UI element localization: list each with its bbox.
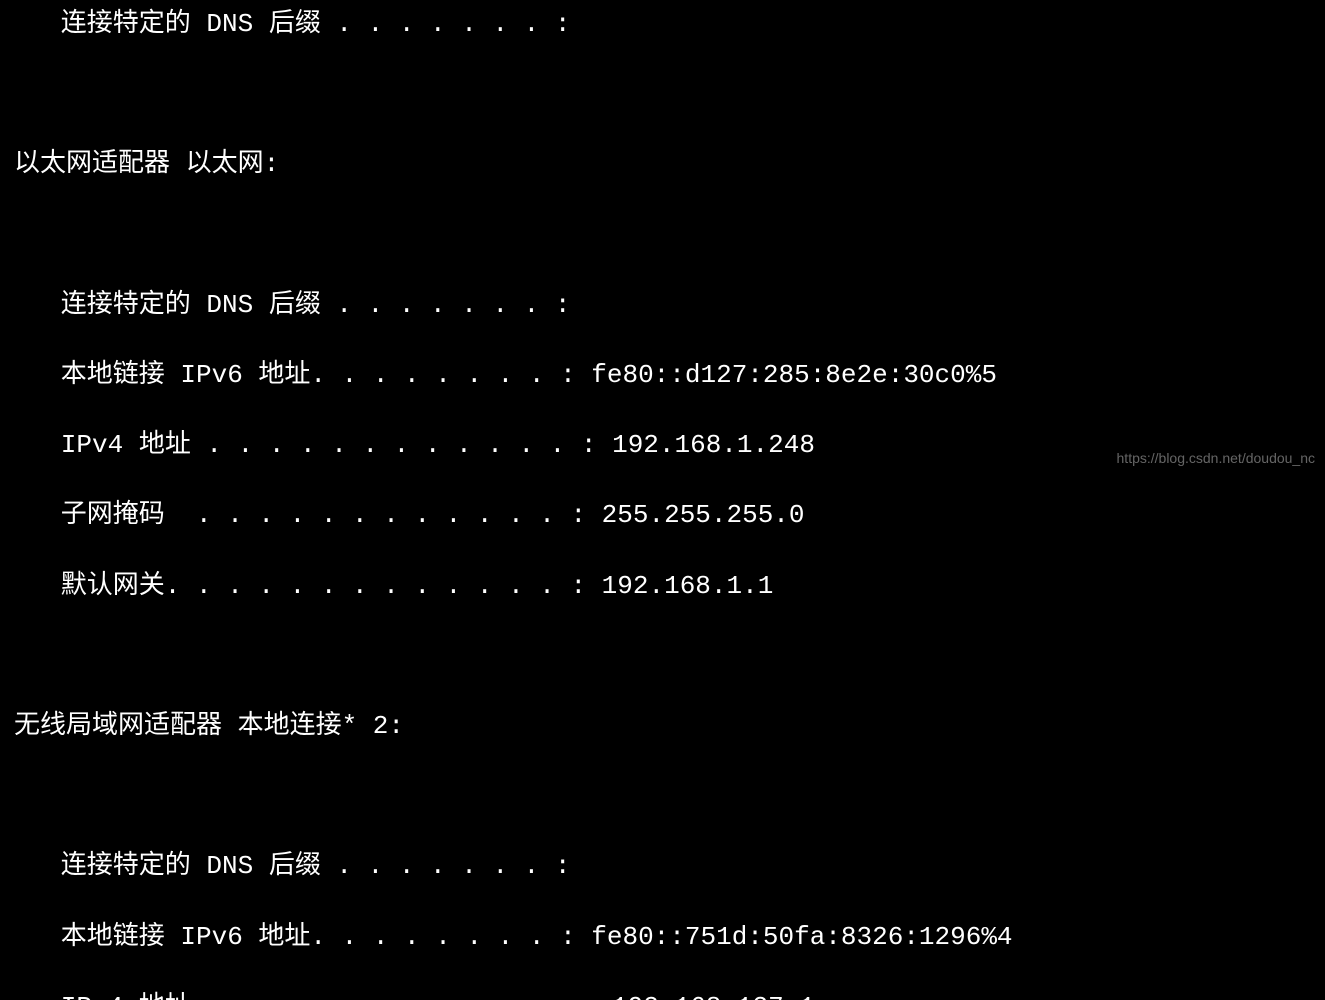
- terminal-output: 连接特定的 DNS 后缀 . . . . . . . : 以太网适配器 以太网:…: [0, 0, 1325, 1000]
- adapter-header: 以太网适配器 以太网:: [14, 147, 1325, 182]
- watermark-text: https://blog.csdn.net/doudou_nc: [1117, 449, 1315, 468]
- blank-line: [14, 779, 1325, 814]
- blank-line: [14, 218, 1325, 253]
- subnet-mask-line: 子网掩码 . . . . . . . . . . . . : 255.255.2…: [14, 498, 1325, 533]
- dns-suffix-line: 连接特定的 DNS 后缀 . . . . . . . :: [14, 849, 1325, 884]
- default-gateway-line: 默认网关. . . . . . . . . . . . . : 192.168.…: [14, 569, 1325, 604]
- dns-suffix-line: 连接特定的 DNS 后缀 . . . . . . . :: [14, 288, 1325, 323]
- blank-line: [14, 77, 1325, 112]
- blank-line: [14, 639, 1325, 674]
- ipv6-address-line: 本地链接 IPv6 地址. . . . . . . . : fe80::d127…: [14, 358, 1325, 393]
- ipv4-address-line: IPv4 地址 . . . . . . . . . . . . : 192.16…: [14, 990, 1325, 1000]
- adapter-header: 无线局域网适配器 本地连接* 2:: [14, 709, 1325, 744]
- partial-line: 连接特定的 DNS 后缀 . . . . . . . :: [14, 7, 1325, 42]
- ipv6-address-line: 本地链接 IPv6 地址. . . . . . . . : fe80::751d…: [14, 920, 1325, 955]
